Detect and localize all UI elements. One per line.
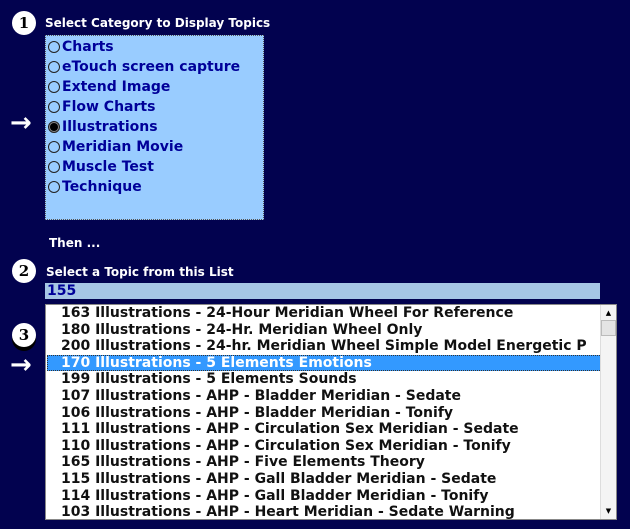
radio-button[interactable] — [48, 61, 60, 73]
category-heading: Select Category to Display Topics — [45, 16, 271, 30]
pointer-arrow-icon: → — [10, 350, 32, 380]
radio-button[interactable] — [48, 161, 60, 173]
category-label: Flow Charts — [62, 99, 156, 115]
topic-listbox[interactable]: 163 Illustrations - 24-Hour Meridian Whe… — [45, 304, 617, 520]
category-option-extend-image[interactable]: Extend Image — [46, 77, 263, 97]
category-option-muscle-test[interactable]: Muscle Test — [46, 157, 263, 177]
topic-list-item[interactable]: 199 Illustrations - 5 Elements Sounds — [46, 371, 586, 388]
category-option-technique[interactable]: Technique — [46, 177, 263, 197]
topic-list-heading: Select a Topic from this List — [46, 265, 234, 279]
category-label: Technique — [62, 179, 142, 195]
topic-list-item[interactable]: 200 Illustrations - 24-hr. Meridian Whee… — [46, 338, 586, 355]
category-label: Charts — [62, 39, 114, 55]
category-option-etouch-screen-capture[interactable]: eTouch screen capture — [46, 57, 263, 77]
scroll-down-icon[interactable]: ▼ — [601, 504, 616, 518]
topic-list-item[interactable]: 163 Illustrations - 24-Hour Meridian Whe… — [46, 305, 586, 322]
category-label: Meridian Movie — [62, 139, 184, 155]
pointer-arrow-icon: → — [10, 108, 32, 138]
topic-list-item[interactable]: 115 Illustrations - AHP - Gall Bladder M… — [46, 471, 586, 488]
topic-list-scrollbar[interactable]: ▲ ▼ — [600, 305, 616, 519]
category-option-flow-charts[interactable]: Flow Charts — [46, 97, 263, 117]
topic-list-item[interactable]: 110 Illustrations - AHP - Circulation Se… — [46, 438, 586, 455]
topic-filter-input[interactable] — [45, 283, 600, 299]
category-option-illustrations[interactable]: Illustrations — [46, 117, 263, 137]
radio-button[interactable] — [48, 101, 60, 113]
topic-list-item[interactable]: 107 Illustrations - AHP - Bladder Meridi… — [46, 388, 586, 405]
category-label: Extend Image — [62, 79, 171, 95]
category-label: eTouch screen capture — [62, 59, 241, 75]
topic-list-item[interactable]: 165 Illustrations - AHP - Five Elements … — [46, 454, 586, 471]
category-label: Illustrations — [62, 119, 158, 135]
step-1-badge: 1 — [12, 11, 36, 35]
topic-list-item[interactable]: 103 Illustrations - AHP - Heart Meridian… — [46, 504, 586, 519]
radio-button[interactable] — [48, 41, 60, 53]
topic-list-item[interactable]: 180 Illustrations - 24-Hr. Meridian Whee… — [46, 322, 586, 339]
category-option-meridian-movie[interactable]: Meridian Movie — [46, 137, 263, 157]
topic-list-item[interactable]: 111 Illustrations - AHP - Circulation Se… — [46, 421, 586, 438]
category-radio-group: Charts eTouch screen capture Extend Imag… — [45, 35, 264, 220]
then-label: Then ... — [49, 236, 101, 250]
radio-button[interactable] — [48, 141, 60, 153]
scrollbar-thumb[interactable] — [601, 320, 616, 336]
radio-button-selected[interactable] — [48, 121, 60, 133]
radio-button[interactable] — [48, 181, 60, 193]
category-option-charts[interactable]: Charts — [46, 37, 263, 57]
topic-list-item-selected[interactable]: 170 Illustrations - 5 Elements Emotions — [47, 354, 602, 372]
topic-list-item[interactable]: 114 Illustrations - AHP - Gall Bladder M… — [46, 488, 586, 505]
category-label: Muscle Test — [62, 159, 154, 175]
step-2-badge: 2 — [12, 259, 36, 283]
scroll-up-icon[interactable]: ▲ — [601, 306, 616, 320]
step-3-badge: 3 — [12, 323, 36, 347]
radio-button[interactable] — [48, 81, 60, 93]
topic-list-item[interactable]: 106 Illustrations - AHP - Bladder Meridi… — [46, 405, 586, 422]
